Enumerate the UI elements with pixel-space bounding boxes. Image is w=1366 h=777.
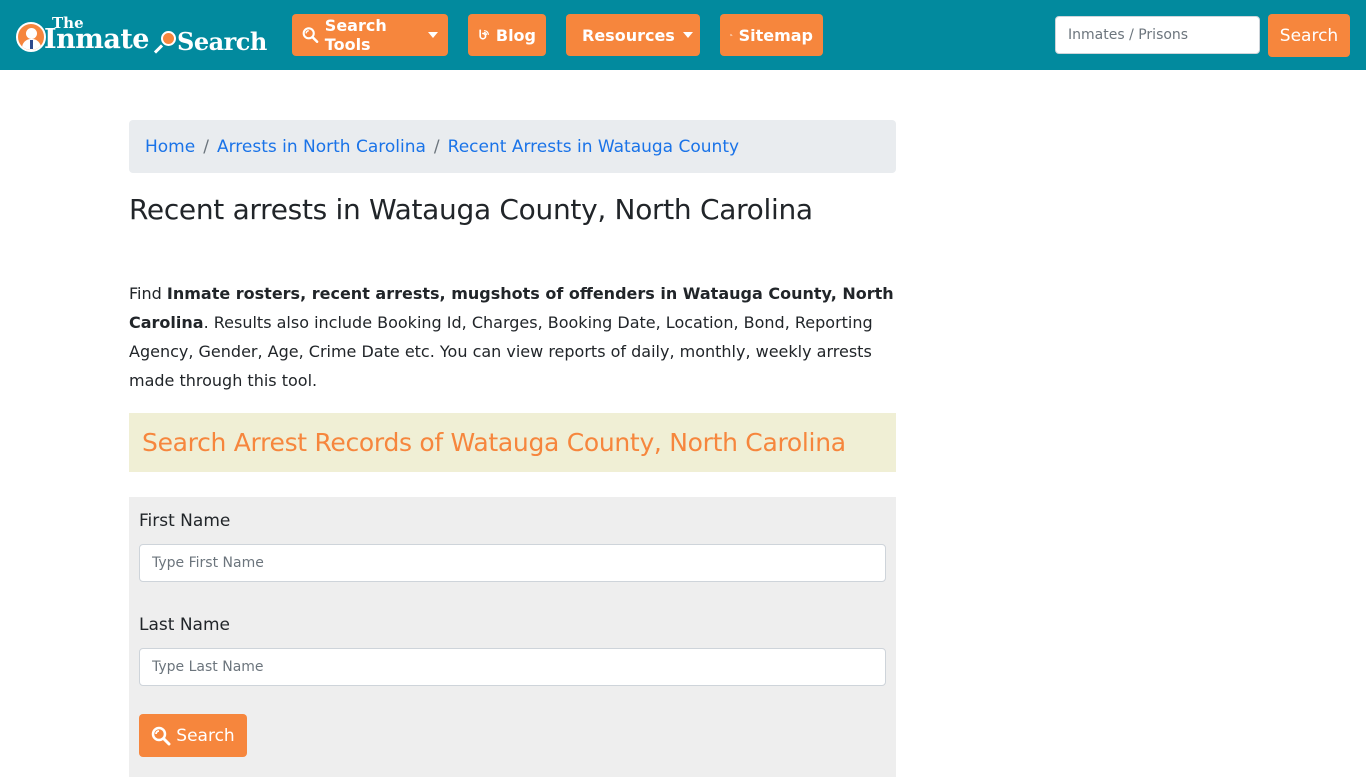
intro-paragraph: Find Inmate rosters, recent arrests, mug… — [129, 279, 899, 395]
inmate-prison-search-input[interactable] — [1055, 16, 1260, 54]
arrest-search-form: First Name Last Name Search — [129, 497, 896, 777]
nav-blog-label: Blog — [495, 25, 536, 45]
last-name-input[interactable] — [139, 648, 886, 686]
nav-resources-label: Resources — [582, 25, 675, 45]
search-icon — [152, 726, 171, 745]
search-icon — [302, 27, 319, 43]
form-search-button[interactable]: Search — [139, 714, 247, 757]
first-name-label: First Name — [139, 511, 231, 531]
logo-text-inmate: Inmate — [44, 24, 149, 55]
form-search-label: Search — [176, 725, 235, 746]
nav-search-tools-label: Search Tools — [324, 16, 387, 54]
rss-icon — [730, 33, 733, 37]
nav-sitemap-button[interactable]: Sitemap — [720, 14, 823, 56]
magnifier-icon — [161, 31, 176, 46]
site-logo[interactable]: The Inmate Search — [14, 14, 270, 60]
breadcrumb-home-link[interactable]: Home — [145, 137, 195, 157]
breadcrumb-separator: / — [433, 136, 440, 157]
nav-resources-button[interactable]: Resources — [566, 14, 700, 56]
first-name-input[interactable] — [139, 544, 886, 582]
chevron-down-icon — [428, 32, 438, 38]
nav-blog-button[interactable]: Blog — [468, 14, 546, 56]
nav-sitemap-label: Sitemap — [738, 25, 813, 45]
blog-icon — [479, 29, 489, 40]
search-section-header: Search Arrest Records of Watauga County,… — [129, 413, 896, 472]
page-title: Recent arrests in Watauga County, North … — [129, 193, 813, 226]
intro-prefix: Find — [129, 284, 167, 303]
search-section-title: Search Arrest Records of Watauga County,… — [142, 428, 846, 457]
logo-text-search: Search — [177, 27, 267, 56]
top-search-button[interactable]: Search — [1268, 14, 1350, 57]
intro-suffix: . Results also include Booking Id, Charg… — [129, 313, 873, 390]
breadcrumb-county-link[interactable]: Recent Arrests in Watauga County — [448, 137, 739, 157]
breadcrumb-state-link[interactable]: Arrests in North Carolina — [217, 137, 426, 157]
magnifier-handle-icon — [153, 44, 164, 54]
inmate-avatar-icon — [16, 22, 46, 52]
breadcrumb-separator: / — [203, 136, 209, 157]
top-navbar: The Inmate Search Search Tools Blog Reso… — [0, 0, 1366, 70]
nav-search-tools-button[interactable]: Search Tools — [292, 14, 448, 56]
breadcrumb: Home / Arrests in North Carolina / Recen… — [129, 120, 896, 173]
chevron-down-icon — [682, 32, 693, 38]
last-name-label: Last Name — [139, 615, 230, 635]
